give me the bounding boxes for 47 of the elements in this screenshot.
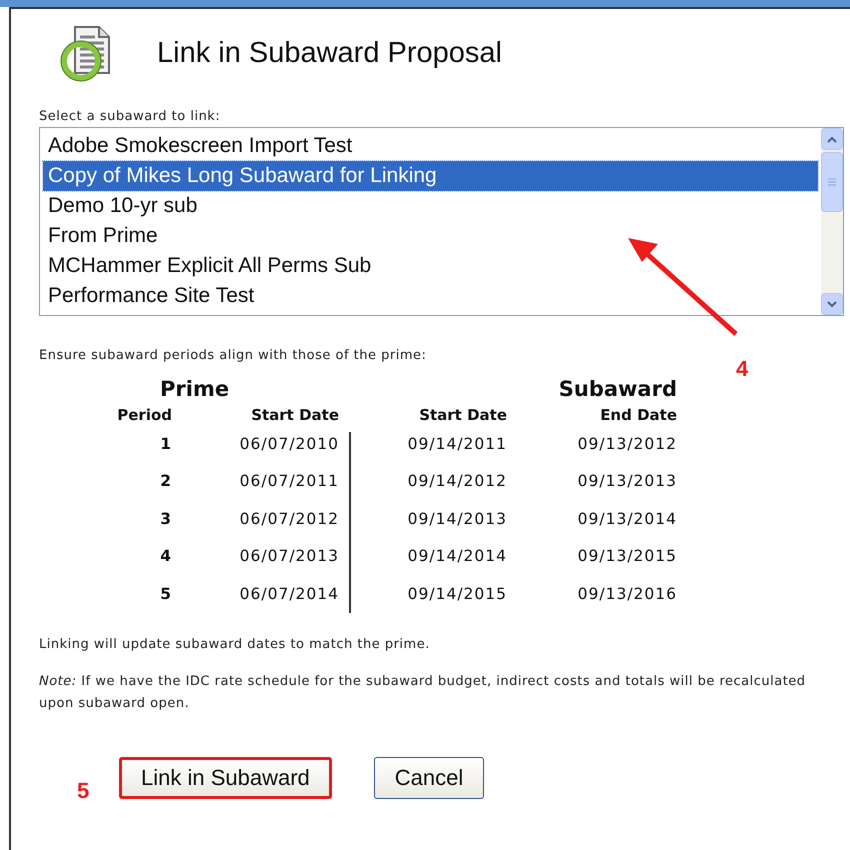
list-label: Select a subaward to link: <box>39 109 222 125</box>
table-cell-text: 4 <box>160 546 172 568</box>
scroll-down-button[interactable] <box>821 293 843 315</box>
link-button[interactable]: Link in Subaward <box>119 756 332 798</box>
table-cell-text: 09/14/2011 <box>408 434 507 455</box>
table-cell-text: 1 <box>160 434 172 455</box>
info-text: Linking will update subaward dates to match the prime. <box>39 636 431 654</box>
callout-number: 5 <box>77 777 90 805</box>
dialog-title: Link in Subaward Proposal <box>157 36 502 72</box>
group-header: Prime <box>160 376 230 402</box>
list-item[interactable]: Demo 10-yr sub <box>43 191 818 221</box>
scrollbar[interactable] <box>821 128 843 315</box>
scroll-up-button[interactable] <box>821 128 843 150</box>
callout-number: 4 <box>736 355 748 383</box>
cancel-button[interactable]: Cancel <box>374 756 484 798</box>
list-item[interactable]: MCHammer Explicit All Perms Sub <box>43 251 818 281</box>
table-cell-text: 06/07/2013 <box>240 546 339 568</box>
table-cell-text: 06/07/2011 <box>240 471 339 492</box>
table-cell-text: 09/14/2012 <box>408 471 507 492</box>
table-cell-text: 09/14/2015 <box>408 584 507 605</box>
periods-intro: Ensure subaward periods align with those of the prime: <box>39 347 428 365</box>
table-cell-text: 06/07/2012 <box>240 508 339 530</box>
group-header: Subaward <box>558 376 677 402</box>
list-item[interactable]: Performance Site Test <box>43 281 818 311</box>
subaward-listbox[interactable]: Adobe Smokescreen Import Test Copy of Mikes Long Subaward for Linking Demo 10-yr sub From Prime MCHammer Explicit All Perms Sub Performance Site Test <box>39 127 844 316</box>
table-cell-text: 06/07/2010 <box>240 434 339 455</box>
column-header: Start Date <box>419 404 507 426</box>
table-cell-text: 09/13/2014 <box>578 508 677 530</box>
table-cell-text: 09/14/2013 <box>408 508 507 530</box>
column-header: Start Date <box>251 404 339 426</box>
list-item[interactable]: Copy of Mikes Long Subaward for Linking <box>43 161 818 191</box>
table-cell-text: 09/13/2012 <box>578 434 677 455</box>
scroll-thumb[interactable] <box>821 152 843 212</box>
table-cell-text: 2 <box>160 471 172 492</box>
column-header: Period <box>117 404 172 426</box>
table-cell-text: 5 <box>160 584 172 605</box>
table-cell-text: 09/13/2013 <box>578 471 677 492</box>
grip-icon <box>828 178 836 186</box>
table-cell-text: 09/13/2016 <box>578 584 677 605</box>
table-cell-text: 09/13/2015 <box>578 546 677 568</box>
table-cell-text: 06/07/2014 <box>240 584 339 605</box>
list-item[interactable]: Adobe Smokescreen Import Test <box>43 131 818 161</box>
list-item[interactable]: From Prime <box>43 221 818 251</box>
table-cell-text: 09/14/2014 <box>408 546 507 568</box>
column-header: End Date <box>600 404 677 426</box>
table-cell-text: 3 <box>160 508 172 530</box>
note-text: Note: If we have the IDC rate schedule for the subaward budget, indirect costs and totals will be recalculated upon subaward open. <box>39 672 807 712</box>
